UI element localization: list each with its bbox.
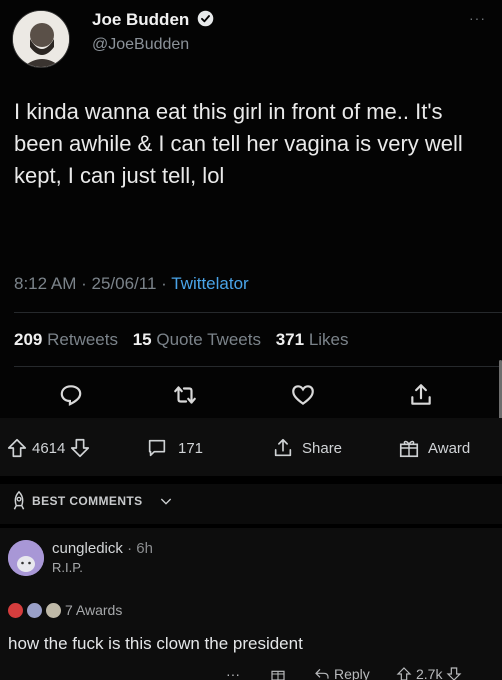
sort-label: BEST COMMENTS xyxy=(32,494,143,508)
award-gift-icon xyxy=(399,440,419,458)
post-score: 4614 xyxy=(32,439,66,457)
award-icon xyxy=(27,602,42,618)
comment-username[interactable]: cungledick xyxy=(52,540,123,557)
comment-dot: · xyxy=(127,540,133,557)
rocket-icon xyxy=(13,490,25,510)
comment-icon xyxy=(148,439,166,457)
meta-separator: · xyxy=(161,274,172,293)
downvote-icon[interactable] xyxy=(446,666,462,680)
quote-tweets-stat[interactable]: 15 Quote Tweets xyxy=(133,330,261,349)
retweets-stat[interactable]: 209 Retweets xyxy=(14,330,118,349)
display-name-text: Joe Budden xyxy=(92,10,190,29)
retweets-label: Retweets xyxy=(47,330,118,349)
tweet-source-link[interactable]: Twittelator xyxy=(171,274,248,293)
comment-award-icon[interactable] xyxy=(270,666,286,680)
tweet-text: I kinda wanna eat this girl in front of … xyxy=(14,99,463,188)
likes-count: 371 xyxy=(275,330,305,349)
quote-tweets-label: Quote Tweets xyxy=(156,330,261,349)
reply-icon[interactable] xyxy=(58,382,84,408)
reply-label: Reply xyxy=(334,666,370,680)
share-label: Share xyxy=(302,439,343,457)
sort-bar[interactable]: BEST COMMENTS xyxy=(0,484,502,524)
snoo-avatar-icon xyxy=(8,540,44,576)
avatar[interactable] xyxy=(12,10,70,68)
display-name[interactable]: Joe Budden xyxy=(92,10,214,30)
like-icon[interactable] xyxy=(290,382,316,408)
share-button[interactable]: Share xyxy=(272,436,342,460)
meta-separator: · xyxy=(81,274,92,293)
comment-body: how the fuck is this clown the president xyxy=(8,634,303,653)
tweet-date: 25/06/11 xyxy=(91,274,157,293)
divider xyxy=(14,312,502,313)
avatar-portrait-icon xyxy=(13,11,69,67)
downvote-icon[interactable] xyxy=(69,437,91,459)
award-button[interactable]: Award xyxy=(398,436,470,460)
user-handle[interactable]: @JoeBudden xyxy=(92,36,189,54)
comment-score: 2.7k xyxy=(416,666,443,680)
tweet-action-bar xyxy=(0,382,502,412)
comment-time: 6h xyxy=(136,540,153,557)
retweet-icon[interactable] xyxy=(172,382,198,408)
upvote-icon[interactable] xyxy=(396,666,412,680)
reply-arrow-icon xyxy=(315,668,329,679)
verified-badge-icon xyxy=(197,10,214,27)
likes-stat[interactable]: 371 Likes xyxy=(276,330,349,349)
likes-label: Likes xyxy=(308,330,349,349)
comment: cungledick · 6h R.I.P. 7 Awards how the … xyxy=(0,528,502,680)
comments-count: 171 xyxy=(178,439,204,457)
post-action-bar: 4614 171 Share Award xyxy=(0,418,502,476)
awards-row[interactable]: 7 Awards xyxy=(8,600,122,620)
awards-count: 7 Awards xyxy=(65,602,123,618)
quote-tweets-count: 15 xyxy=(132,330,152,349)
share-icon xyxy=(274,438,292,457)
commenter-avatar[interactable] xyxy=(8,540,44,576)
award-icon xyxy=(46,602,61,618)
divider xyxy=(14,366,502,367)
chevron-down-icon xyxy=(160,498,172,505)
tweet-stats: 209 Retweets 15 Quote Tweets 371 Likes xyxy=(14,330,359,350)
tweet-meta: 8:12 AM · 25/06/11 · Twittelator xyxy=(14,274,249,294)
comment-more-icon[interactable]: ··· xyxy=(226,666,240,680)
tweet-time: 8:12 AM xyxy=(14,274,77,293)
reply-button[interactable]: Reply xyxy=(314,666,370,680)
comments-button[interactable]: 171 xyxy=(146,436,203,460)
comment-vote-group: 2.7k xyxy=(396,666,462,680)
upvote-icon[interactable] xyxy=(6,437,28,459)
award-label: Award xyxy=(428,439,471,457)
retweets-count: 209 xyxy=(14,330,43,349)
comment-header: cungledick · 6h xyxy=(52,540,153,557)
comment-action-bar: ··· Reply 2.7k xyxy=(0,666,502,680)
share-icon[interactable] xyxy=(408,382,434,408)
award-icon xyxy=(8,602,23,618)
section-separator xyxy=(0,476,502,484)
vote-group: 4614 xyxy=(6,436,91,460)
user-flair: R.I.P. xyxy=(52,560,83,575)
more-options-icon[interactable]: ··· xyxy=(469,10,486,26)
tweet-card: Joe Budden @JoeBudden ··· I kinda wanna … xyxy=(0,0,502,420)
